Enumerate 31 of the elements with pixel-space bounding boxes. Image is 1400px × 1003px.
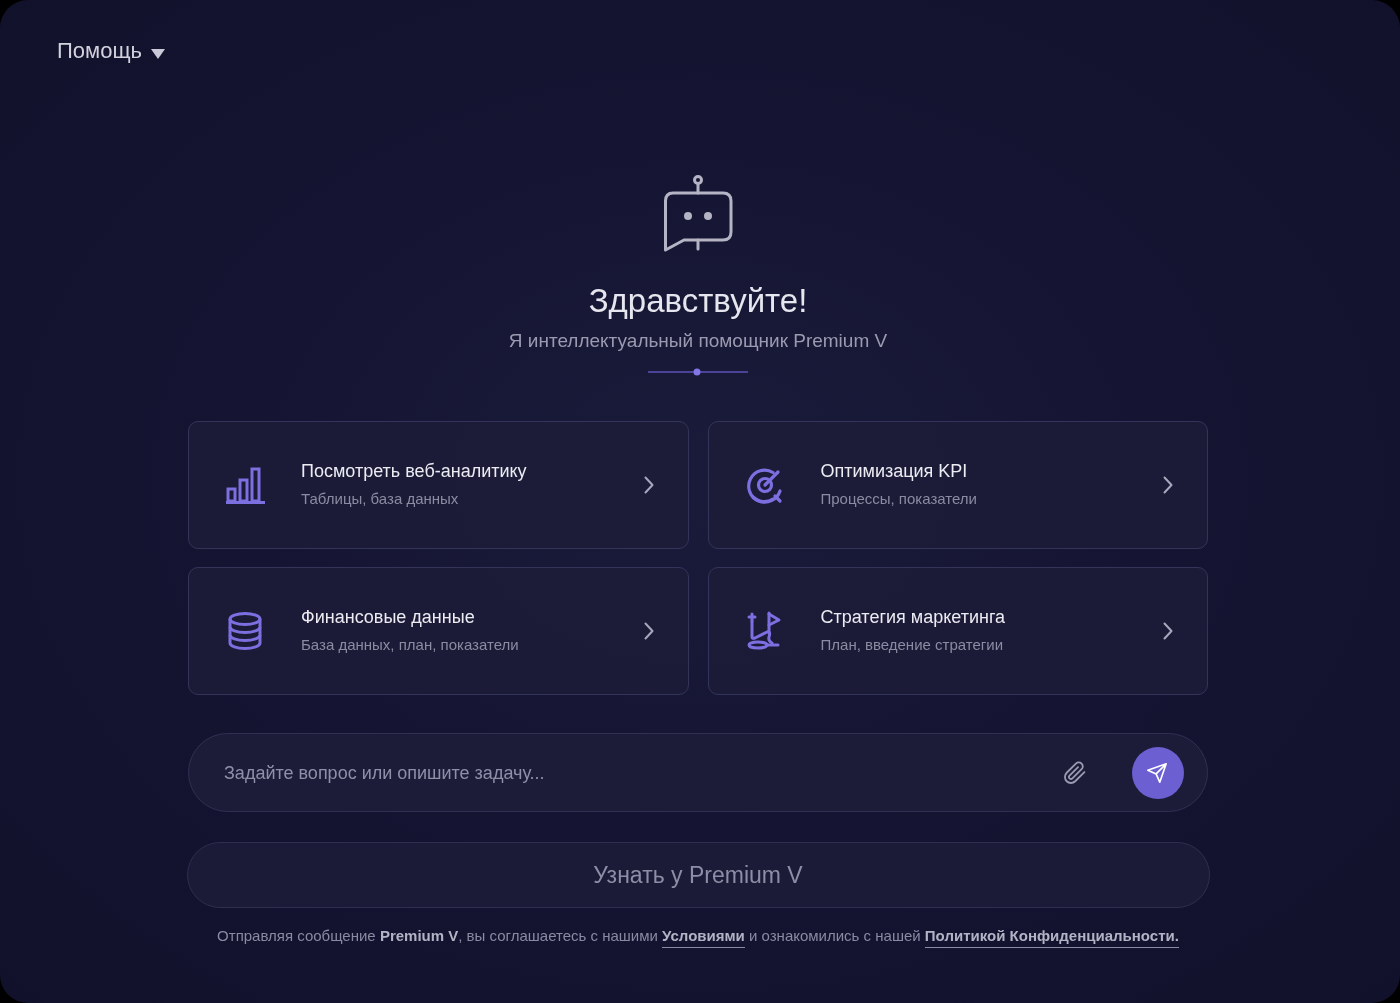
legal-link[interactable]: Политикой Конфиденциальности. <box>924 927 1179 948</box>
assistant-subtitle: Я интеллектуальный помощник Premium V <box>508 329 888 353</box>
send-icon <box>1146 761 1168 784</box>
paperclip-icon <box>1063 760 1087 785</box>
card-subtitle: База данных, план, показатели <box>301 634 519 655</box>
chevron-right-icon <box>1163 622 1173 640</box>
card-title: Стратегия маркетинга <box>820 605 1006 628</box>
card-subtitle: План, введение стратегии <box>820 634 1004 655</box>
chat-composer[interactable]: Задайте вопрос или опишите задачу... <box>188 733 1208 812</box>
help-menu[interactable]: Помощь <box>57 37 165 65</box>
card-title: Оптимизация KPI <box>820 459 968 482</box>
legal-notice: Отправляя сообщение Premium V, вы соглашаетесь с нашими Условиями и ознакомились с нашей Политикой Конфиденциальности. <box>217 925 1179 947</box>
message-input[interactable]: Задайте вопрос или опишите задачу... <box>224 759 1043 786</box>
chevron-right-icon <box>1163 476 1173 494</box>
suggestion-card[interactable]: Стратегия маркетинга План, введение стратегии <box>707 567 1208 695</box>
legal-link[interactable]: Условиями <box>662 927 745 948</box>
suggestion-card[interactable]: Оптимизация KPI Процессы, показатели <box>707 421 1208 549</box>
card-title: Финансовые данные <box>301 605 475 628</box>
robot-chat-icon <box>662 175 734 253</box>
bar-chart-icon <box>225 465 265 505</box>
attach-button[interactable] <box>1063 760 1087 785</box>
send-button[interactable] <box>1132 746 1184 799</box>
greeting-title: Здравствуйте! <box>588 281 808 321</box>
suggestion-card[interactable]: Финансовые данные База данных, план, показатели <box>188 567 689 695</box>
chevron-right-icon <box>643 622 654 640</box>
caret-icon <box>151 48 165 59</box>
suggestion-card[interactable]: Посмотреть веб-аналитику Таблицы, база данных <box>188 421 689 549</box>
card-subtitle: Процессы, показатели <box>820 488 977 509</box>
card-subtitle: Таблицы, база данных <box>301 488 459 509</box>
chevron-right-icon <box>643 476 654 494</box>
card-title: Посмотреть веб-аналитику <box>301 459 527 482</box>
